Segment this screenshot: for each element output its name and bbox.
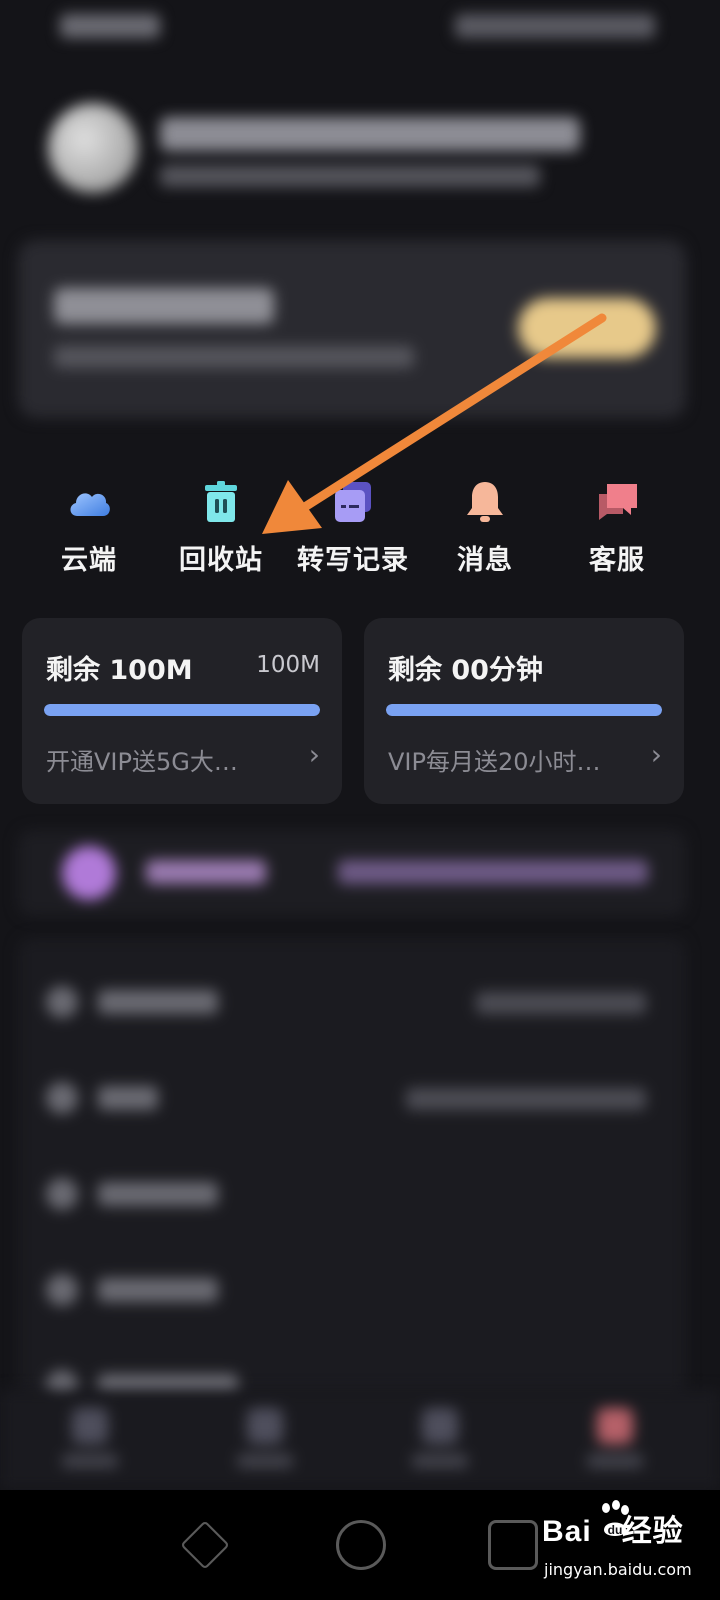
tab-home[interactable] <box>60 1408 120 1478</box>
tab-label <box>237 1454 293 1468</box>
menu-row-value <box>476 992 646 1014</box>
menu-row-value <box>406 1088 646 1110</box>
bottom-tab-bar <box>0 1390 720 1490</box>
minutes-progress-fill <box>386 704 662 716</box>
transcription-minutes-card[interactable]: 剩余 00分钟 VIP每月送20小时… › <box>364 618 684 804</box>
banner-title <box>146 860 266 884</box>
avatar[interactable] <box>48 103 138 193</box>
quick-action-label: 云端 <box>61 545 117 576</box>
menu-row[interactable] <box>18 1144 686 1240</box>
minutes-promo-link[interactable]: VIP每月送20小时… <box>388 742 601 777</box>
baidu-jingyan-watermark: Bai 经验 du jingyan.baidu.com <box>540 1498 710 1592</box>
menu-row-icon <box>46 986 78 1018</box>
storage-remaining-title: 剩余 100M <box>46 655 193 686</box>
quick-action-label: 回收站 <box>179 545 263 576</box>
status-time <box>60 14 160 38</box>
storage-total: 100M <box>256 652 320 678</box>
status-bar <box>0 0 720 60</box>
status-icons <box>455 14 655 38</box>
profile-header[interactable] <box>40 95 680 205</box>
storage-progress-fill <box>44 704 320 716</box>
vip-title <box>54 288 274 324</box>
transcript-icon <box>335 482 371 522</box>
promo-banner[interactable] <box>18 830 686 916</box>
quick-action-customer-service[interactable]: 客服 <box>552 470 682 580</box>
quick-action-label: 客服 <box>589 545 645 576</box>
tab-me[interactable] <box>585 1408 645 1478</box>
quick-action-transcripts[interactable]: 转写记录 <box>288 470 418 580</box>
minutes-progress-bar <box>386 704 662 716</box>
tab-label <box>62 1454 118 1468</box>
settings-menu <box>18 938 686 1402</box>
quick-action-label: 消息 <box>457 545 513 576</box>
quick-actions: 云端 回收站 转写记录 消息 客服 <box>0 470 720 580</box>
menu-row[interactable] <box>18 1048 686 1144</box>
back-icon[interactable] <box>180 1520 230 1570</box>
storage-promo-link[interactable]: 开通VIP送5G大… <box>46 742 238 777</box>
vip-subtitle <box>54 346 414 368</box>
menu-row[interactable] <box>18 1240 686 1336</box>
user-name <box>160 117 580 151</box>
storage-card[interactable]: 剩余 100M 100M 开通VIP送5G大… › <box>22 618 342 804</box>
home-button-icon[interactable] <box>336 1520 386 1570</box>
storage-progress-bar <box>44 704 320 716</box>
banner-subtitle <box>338 860 648 884</box>
chevron-right-icon: › <box>308 738 320 771</box>
vip-card[interactable] <box>18 240 686 418</box>
tools-icon <box>422 1408 458 1444</box>
menu-row-icon <box>46 1082 78 1114</box>
menu-row-label <box>98 1182 218 1206</box>
quick-action-cloud[interactable]: 云端 <box>24 470 154 580</box>
vip-open-button[interactable] <box>518 298 656 358</box>
baidu-paw-icon: du <box>602 1500 629 1537</box>
cloud-icon <box>70 493 110 516</box>
minutes-remaining-title: 剩余 00分钟 <box>388 655 543 686</box>
bell-icon <box>467 482 503 522</box>
chat-icon <box>599 484 637 520</box>
menu-row[interactable] <box>18 952 686 1048</box>
files-icon <box>247 1408 283 1444</box>
menu-row-label <box>98 1278 218 1302</box>
quick-action-recycle-bin[interactable]: 回收站 <box>156 470 286 580</box>
tab-tools[interactable] <box>410 1408 470 1478</box>
menu-row-label <box>98 990 218 1014</box>
quick-action-label: 转写记录 <box>297 545 409 576</box>
chevron-right-icon: › <box>650 738 662 771</box>
svg-text:du: du <box>608 1523 623 1537</box>
tab-label <box>412 1454 468 1468</box>
watermark-url: jingyan.baidu.com <box>544 1560 692 1579</box>
user-subtitle <box>160 165 540 187</box>
menu-row-icon <box>46 1274 78 1306</box>
menu-row-icon <box>46 1178 78 1210</box>
menu-row-label <box>98 1086 158 1110</box>
quick-action-messages[interactable]: 消息 <box>420 470 550 580</box>
tab-label <box>587 1454 643 1468</box>
trash-icon <box>205 481 237 522</box>
banner-icon <box>62 846 116 900</box>
tab-files[interactable] <box>235 1408 295 1478</box>
recents-icon[interactable] <box>488 1520 538 1570</box>
profile-icon <box>597 1408 633 1444</box>
home-icon <box>72 1408 108 1444</box>
